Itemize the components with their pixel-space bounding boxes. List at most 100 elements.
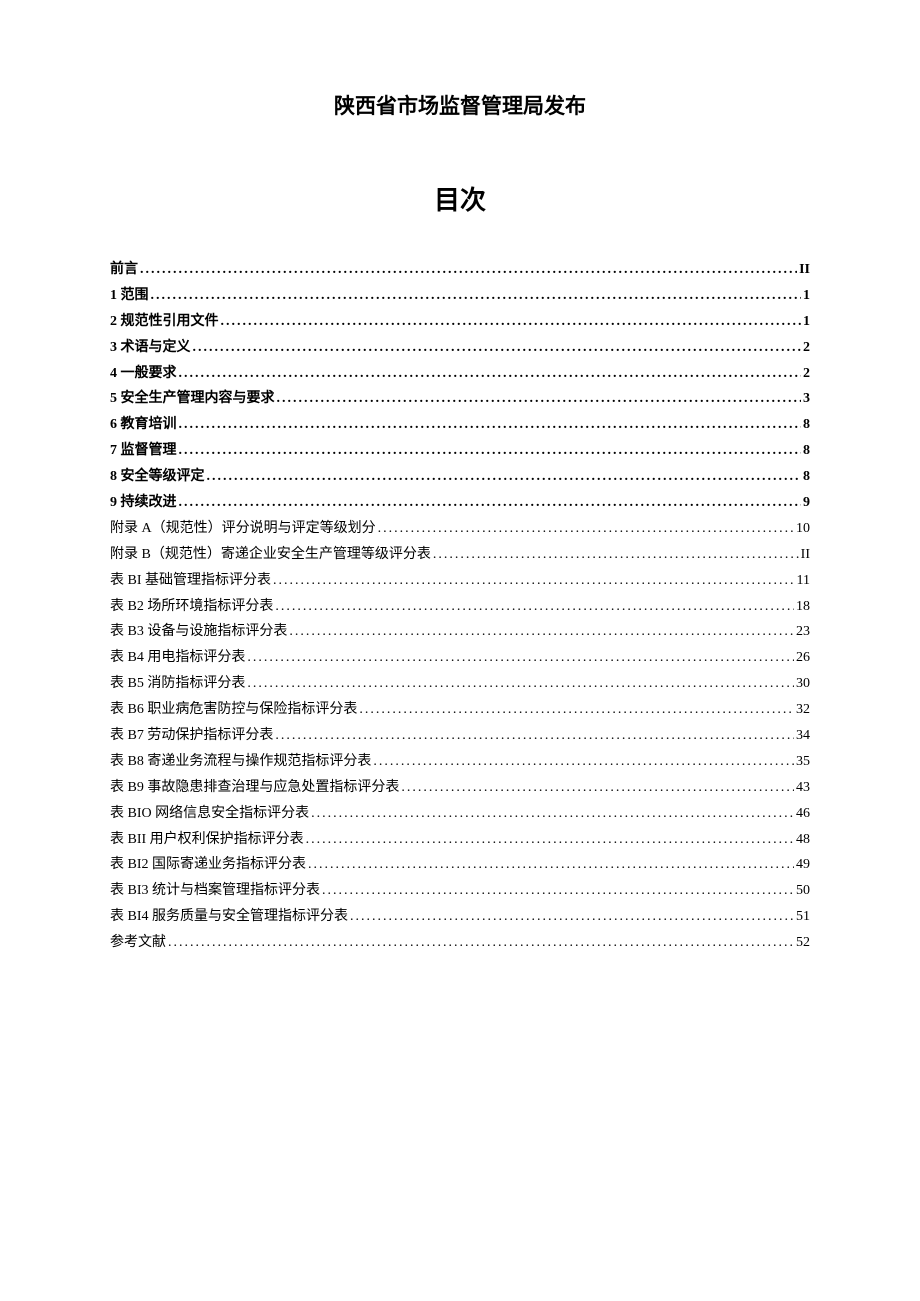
toc-item-page: 48 (796, 827, 810, 853)
toc-item-label: 表 B8 寄递业务流程与操作规范指标评分表 (110, 749, 371, 775)
toc-item: 表 B9 事故隐患排查治理与应急处置指标评分表 43 (110, 775, 810, 801)
toc-dots (308, 852, 794, 878)
toc-dots (247, 671, 794, 697)
toc-item-page: 9 (803, 490, 810, 516)
toc-item: 7 监督管理 8 (110, 438, 810, 464)
toc-dots (247, 645, 794, 671)
toc-item-page: 51 (796, 904, 810, 930)
toc-item: 表 B4 用电指标评分表 26 (110, 645, 810, 671)
toc-item: 附录 B（规范性）寄递企业安全生产管理等级评分表 II (110, 542, 810, 568)
toc-item-label: 5 安全生产管理内容与要求 (110, 386, 275, 412)
toc-item-page: 49 (796, 852, 810, 878)
toc-item-label: 表 BI4 服务质量与安全管理指标评分表 (110, 904, 348, 930)
toc-list: 前言II1 范围12 规范性引用文件13 术语与定义24 一般要求25 安全生产… (110, 257, 810, 956)
toc-item-page: 46 (796, 801, 810, 827)
toc-item-label: 3 术语与定义 (110, 335, 191, 361)
toc-item-label: 参考文献 (110, 930, 166, 956)
toc-item-label: 前言 (110, 257, 138, 283)
toc-item-page: 1 (803, 283, 810, 309)
toc-item: 表 BII 用户权利保护指标评分表 48 (110, 827, 810, 853)
toc-item: 表 BIO 网络信息安全指标评分表 46 (110, 801, 810, 827)
toc-item: 表 BI3 统计与档案管理指标评分表 50 (110, 878, 810, 904)
toc-dots (179, 361, 802, 387)
toc-dots (193, 335, 802, 361)
toc-dots (207, 464, 802, 490)
toc-dots (373, 749, 794, 775)
toc-dots (275, 723, 794, 749)
toc-dots (433, 542, 799, 568)
toc-item: 5 安全生产管理内容与要求 3 (110, 386, 810, 412)
toc-item-page: 35 (796, 749, 810, 775)
toc-item-page: 8 (803, 412, 810, 438)
toc-dots (168, 930, 794, 956)
toc-dots (359, 697, 794, 723)
toc-item: 表 B5 消防指标评分表 30 (110, 671, 810, 697)
toc-item-page: 11 (797, 568, 810, 594)
toc-item-label: 表 B6 职业病危害防控与保险指标评分表 (110, 697, 357, 723)
toc-item-page: 50 (796, 878, 810, 904)
toc-item: 表 B6 职业病危害防控与保险指标评分表 32 (110, 697, 810, 723)
toc-item-label: 表 BIO 网络信息安全指标评分表 (110, 801, 309, 827)
toc-item-page: 1 (803, 309, 810, 335)
toc-item: 表 BI 基础管理指标评分表 11 (110, 568, 810, 594)
toc-item-page: 23 (796, 619, 810, 645)
toc-item-label: 表 B3 设备与设施指标评分表 (110, 619, 287, 645)
toc-dots (221, 309, 802, 335)
toc-item-label: 表 B9 事故隐患排查治理与应急处置指标评分表 (110, 775, 399, 801)
toc-item: 6 教育培训8 (110, 412, 810, 438)
publisher-header: 陕西省市场监督管理局发布 (110, 90, 810, 120)
toc-item: 表 B2 场所环境指标评分表18 (110, 594, 810, 620)
toc-item-label: 表 BI 基础管理指标评分表 (110, 568, 271, 594)
toc-item-page: 32 (796, 697, 810, 723)
toc-item-page: 10 (796, 516, 810, 542)
toc-title: 目次 (110, 180, 810, 217)
toc-item-label: 附录 B（规范性）寄递企业安全生产管理等级评分表 (110, 542, 431, 568)
toc-item-page: 52 (796, 930, 810, 956)
toc-dots (179, 412, 802, 438)
toc-item: 表 BI4 服务质量与安全管理指标评分表 51 (110, 904, 810, 930)
toc-item: 4 一般要求 2 (110, 361, 810, 387)
toc-item-label: 2 规范性引用文件 (110, 309, 219, 335)
toc-item-page: 8 (803, 464, 810, 490)
toc-item: 9 持续改进 9 (110, 490, 810, 516)
toc-item-page: 30 (796, 671, 810, 697)
toc-item-page: 3 (803, 386, 810, 412)
toc-item-label: 表 BI2 国际寄递业务指标评分表 (110, 852, 306, 878)
toc-dots (140, 257, 797, 283)
toc-item: 表 B3 设备与设施指标评分表 23 (110, 619, 810, 645)
toc-item-label: 1 范围 (110, 283, 149, 309)
toc-dots (179, 490, 802, 516)
toc-dots (151, 283, 802, 309)
toc-item-label: 8 安全等级评定 (110, 464, 205, 490)
toc-item: 8 安全等级评定 8 (110, 464, 810, 490)
toc-dots (275, 594, 794, 620)
toc-item-label: 9 持续改进 (110, 490, 177, 516)
toc-item: 参考文献 52 (110, 930, 810, 956)
toc-dots (273, 568, 795, 594)
toc-item-page: 26 (796, 645, 810, 671)
toc-dots (277, 386, 802, 412)
toc-item: 表 BI2 国际寄递业务指标评分表 49 (110, 852, 810, 878)
toc-item-label: 表 B4 用电指标评分表 (110, 645, 245, 671)
toc-item-label: 7 监督管理 (110, 438, 177, 464)
toc-dots (378, 516, 794, 542)
toc-item-label: 附录 A（规范性）评分说明与评定等级划分 (110, 516, 376, 542)
toc-item-label: 4 一般要求 (110, 361, 177, 387)
toc-item-page: 43 (796, 775, 810, 801)
toc-dots (311, 801, 794, 827)
toc-item-label: 表 BII 用户权利保护指标评分表 (110, 827, 304, 853)
toc-item-page: 2 (803, 335, 810, 361)
toc-item-label: 表 B7 劳动保护指标评分表 (110, 723, 273, 749)
toc-item-label: 表 B5 消防指标评分表 (110, 671, 245, 697)
toc-item-label: 表 B2 场所环境指标评分表 (110, 594, 273, 620)
toc-dots (179, 438, 802, 464)
toc-dots (401, 775, 794, 801)
toc-item-page: II (799, 257, 810, 283)
toc-item: 表 B8 寄递业务流程与操作规范指标评分表 35 (110, 749, 810, 775)
toc-item-page: 8 (803, 438, 810, 464)
toc-item-label: 表 BI3 统计与档案管理指标评分表 (110, 878, 320, 904)
toc-dots (350, 904, 794, 930)
toc-item-page: 34 (796, 723, 810, 749)
toc-item-page: II (801, 542, 810, 568)
toc-item-page: 2 (803, 361, 810, 387)
